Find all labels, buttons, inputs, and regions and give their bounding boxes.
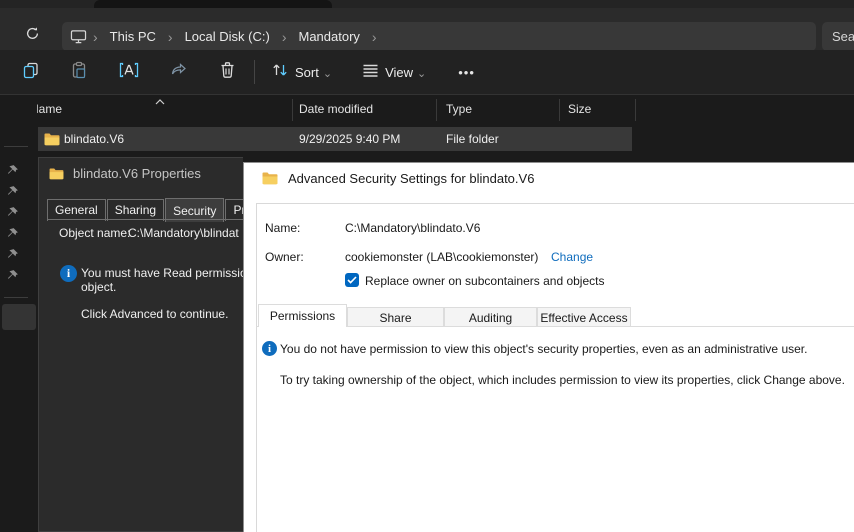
delete-icon: [219, 61, 236, 84]
advanced-dialog-titlebar: Advanced Security Settings for blindato.…: [262, 171, 534, 186]
nav-divider: [4, 146, 28, 147]
paste-button[interactable]: [60, 56, 98, 88]
sidebar-pinned-item[interactable]: [6, 245, 28, 263]
properties-dialog: blindato.V6 Properties General Sharing S…: [38, 157, 243, 532]
info-icon: i: [262, 341, 277, 356]
column-header-type[interactable]: Type: [446, 102, 472, 116]
read-permissions-text-line2: object.: [81, 280, 116, 294]
folder-icon: [44, 133, 60, 146]
change-owner-link[interactable]: Change: [551, 250, 593, 264]
folder-icon: [262, 172, 278, 185]
column-headers: Name Date modified Type Size: [0, 95, 854, 125]
chevron-right-icon: ›: [87, 30, 104, 44]
view-label: View: [385, 65, 413, 80]
screen: › This PC › Local Disk (C:) › Mandatory …: [0, 0, 854, 532]
chevron-right-icon[interactable]: ›: [276, 30, 293, 44]
replace-owner-checkbox[interactable]: [345, 273, 359, 287]
name-label: Name:: [265, 221, 300, 235]
replace-owner-label: Replace owner on subcontainers and objec…: [365, 274, 604, 288]
nav-divider: [4, 297, 28, 298]
rename-button[interactable]: [110, 56, 148, 88]
paste-icon: [70, 61, 88, 84]
chevron-down-icon: ⌄: [417, 67, 426, 80]
file-name: blindato.V6: [64, 132, 124, 146]
sidebar-pinned-item[interactable]: [6, 182, 28, 200]
sidebar-pinned-item[interactable]: [6, 161, 28, 179]
take-ownership-text: To try taking ownership of the object, w…: [280, 373, 845, 387]
address-input[interactable]: › This PC › Local Disk (C:) › Mandatory …: [62, 22, 816, 51]
window-tab-strip: [0, 0, 854, 8]
properties-dialog-titlebar: blindato.V6 Properties: [49, 166, 201, 181]
share-icon: [170, 61, 188, 84]
sort-button[interactable]: Sort ⌄: [263, 56, 340, 88]
column-divider[interactable]: [292, 99, 293, 121]
tab-general[interactable]: General: [47, 199, 106, 221]
this-pc-icon: [70, 29, 87, 44]
search-text: Sea: [832, 29, 854, 44]
explorer-tab[interactable]: [94, 0, 332, 8]
rename-icon: [119, 61, 139, 84]
column-divider[interactable]: [635, 99, 636, 121]
file-row-blindato[interactable]: blindato.V6 9/29/2025 9:40 PM File folde…: [38, 127, 632, 151]
chevron-down-icon: ⌄: [323, 67, 332, 80]
file-date-modified: 9/29/2025 9:40 PM: [299, 132, 400, 146]
search-input[interactable]: Sea: [822, 22, 854, 51]
sidebar-pinned-item[interactable]: [6, 266, 28, 284]
no-permission-text: You do not have permission to view this …: [280, 342, 807, 356]
view-icon: [362, 63, 379, 82]
name-value: C:\Mandatory\blindato.V6: [345, 221, 480, 235]
tab-auditing[interactable]: Auditing: [444, 307, 537, 327]
chevron-right-icon[interactable]: ›: [366, 30, 383, 44]
view-button[interactable]: View ⌄: [354, 56, 434, 88]
tab-permissions[interactable]: Permissions: [258, 304, 347, 327]
object-name-value: C:\Mandatory\blindat: [128, 226, 239, 240]
tab-share[interactable]: Share: [347, 307, 444, 327]
breadcrumb-local-disk[interactable]: Local Disk (C:): [179, 27, 276, 46]
check-icon: [347, 276, 357, 284]
owner-label: Owner:: [265, 250, 304, 264]
tab-sharing[interactable]: Sharing: [107, 199, 164, 221]
command-toolbar: Sort ⌄ View ⌄ •••: [0, 50, 854, 95]
column-sort-ascending-icon: [155, 94, 165, 108]
sidebar-selected-item[interactable]: [2, 304, 36, 330]
advanced-security-dialog: Advanced Security Settings for blindato.…: [243, 162, 854, 532]
more-options-button[interactable]: •••: [450, 56, 483, 88]
object-name-label: Object name:: [59, 226, 130, 240]
advanced-tabs: Permissions Share Auditing Effective Acc…: [258, 303, 631, 327]
folder-icon: [49, 168, 64, 180]
more-icon: •••: [458, 65, 475, 80]
column-header-date-modified[interactable]: Date modified: [299, 102, 373, 116]
breadcrumb-this-pc[interactable]: This PC: [104, 27, 162, 46]
refresh-button[interactable]: [18, 22, 46, 50]
advanced-dialog-title: Advanced Security Settings for blindato.…: [288, 171, 534, 186]
tab-page-border: [47, 219, 244, 220]
breadcrumb-mandatory[interactable]: Mandatory: [293, 27, 366, 46]
tab-effective-access[interactable]: Effective Access: [537, 307, 631, 327]
click-advanced-text: Click Advanced to continue.: [81, 307, 228, 321]
column-divider[interactable]: [559, 99, 560, 121]
sidebar-pinned-item[interactable]: [6, 224, 28, 242]
file-type: File folder: [446, 132, 499, 146]
chevron-right-icon[interactable]: ›: [162, 30, 179, 44]
info-icon: i: [60, 265, 77, 282]
copy-icon: [22, 61, 40, 84]
sort-label: Sort: [295, 65, 319, 80]
column-divider[interactable]: [436, 99, 437, 121]
delete-button[interactable]: [208, 56, 246, 88]
refresh-icon: [25, 26, 40, 46]
sidebar-pinned-item[interactable]: [6, 203, 28, 221]
column-header-size[interactable]: Size: [568, 102, 591, 116]
properties-dialog-title: blindato.V6 Properties: [73, 166, 201, 181]
copy-button[interactable]: [12, 56, 50, 88]
navigation-pane: [0, 95, 37, 532]
read-permissions-text-line1: You must have Read permissions: [81, 266, 259, 280]
address-bar: › This PC › Local Disk (C:) › Mandatory …: [0, 8, 854, 50]
share-button[interactable]: [160, 56, 198, 88]
owner-value: cookiemonster (LAB\cookiemonster): [345, 250, 538, 264]
sort-icon: [271, 62, 289, 83]
toolbar-divider: [254, 60, 255, 84]
